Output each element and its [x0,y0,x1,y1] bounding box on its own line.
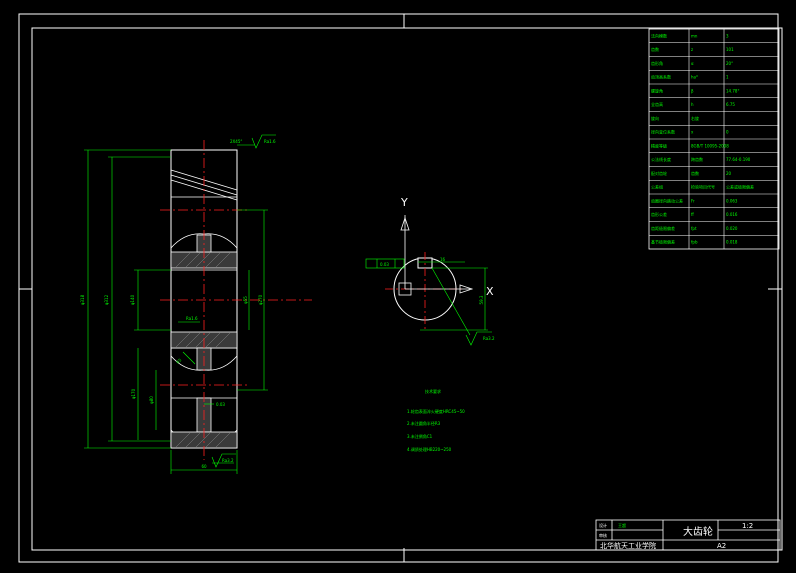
param-table-cell: 全齿高 [651,101,663,107]
param-table-cell: 旋向 [651,115,659,121]
keyway-rough: Ra3.2 [483,336,495,341]
param-table-cell: h [691,102,694,107]
title-school: 北华航天工业学院 [600,541,656,550]
dim-bore-dia: φ55 [243,296,248,304]
param-table-cell: 螺旋角 [651,87,663,93]
axis-x-label: X [486,285,494,298]
dim-hub-dia: φ140 [130,294,135,305]
param-table-cell: 0 [726,130,729,135]
keyway-width: 16 [440,257,446,262]
dim-web-dia: φ170 [131,388,136,399]
drawing-canvas: φ318 φ312 φ140 φ270 φ55 φ170 φ80 60 2X45… [18,13,783,563]
keyway-tol-box: 0.03 [380,262,389,267]
param-table-cell: fpt [691,226,697,231]
section-dimensions [84,144,268,474]
keyway-dimensions [365,258,492,346]
param-table-cell: α [691,61,694,66]
param-table-cell: x [691,130,694,135]
dim-chamfer: 2X45° [230,139,242,144]
param-table-cell: 检验项目代号 [691,184,715,190]
dim-width: 60 [201,464,207,469]
param-table-cell: 齿数 [691,170,699,176]
param-table-cell: mn [691,33,698,38]
dim-rough-bottom: Ra3.2 [222,458,234,463]
param-table-cell: 20 [726,171,732,176]
param-table-cell: 齿形角 [651,60,663,66]
param-table-cell: ha* [691,75,698,80]
section-view [160,140,312,460]
param-table-cell: 77.64-0.190 [726,157,751,162]
param-table-cell: 基节极限偏差 [651,239,675,245]
param-table-cell: 0.018 [726,240,738,245]
dim-keyway-tol: 0.03 [216,402,225,407]
param-table-cell: 公差或极限偏差 [726,184,754,190]
note-item: 4.调质处理HB220~250 [407,446,452,452]
param-table-cell: 0.016 [726,212,738,217]
param-table-cell: 精度等级 [651,142,667,148]
dim-outer-dia: φ318 [80,294,85,305]
keyway-view [385,215,474,332]
title-part-name: 大齿轮 [683,525,713,538]
param-table-cell: 101 [726,47,734,52]
param-table-cell: 0.063 [726,198,738,203]
notes-heading: 技术要求 [425,388,441,394]
param-table-cell: fpb [691,240,698,245]
title-designer-label: 设计 [599,522,607,528]
param-table-cell: z [691,47,693,52]
param-table-cell: 14.78° [726,88,739,93]
dim-rim-dia: φ270 [258,294,263,305]
keyway-depth: 59.3 [479,295,484,304]
param-table-cell: 跨齿数 [691,156,703,162]
param-table-cell: 3 [726,33,729,38]
title-checker-label: 审核 [599,532,607,538]
param-table-cell: ff [691,212,694,217]
param-table-cell: 6.75 [726,102,735,107]
title-sheet: A2 [717,542,726,550]
dim-rough-top: Ra1.6 [264,139,276,144]
param-table-cell: 径向变位系数 [651,129,675,135]
note-item: 1.轮齿表面淬火硬度HRC45~50 [407,408,465,414]
note-item: 2.未注圆角半径R3 [407,420,441,426]
param-table-cell: 齿形公差 [651,211,667,217]
dim-pitch-dia: φ312 [104,294,109,305]
param-table-cell: 齿距极限偏差 [651,225,675,231]
param-table-cell: 8GB/T 10095-2008 [691,143,729,148]
note-item: 3.未注倒角C1 [407,433,433,439]
param-table-cell: 20° [726,61,733,66]
param-table-cell: 0.020 [726,226,738,231]
param-table-cell: Fr [691,198,695,203]
param-table-cell: 齿圈径向跳动公差 [651,197,683,203]
title-designer-name: 王超 [618,522,626,528]
param-table-cell: 1 [726,75,729,80]
param-table-cell: 右旋 [691,115,699,121]
axis-y-label: Y [400,196,408,209]
param-table-cell: 公差组 [651,184,663,190]
param-table-cell: 齿数 [651,46,659,52]
title-scale: 1:2 [742,522,753,530]
param-table: 法向模数 mn 3 齿数 z 101 齿形角 α 20° 齿顶高系数 ha* 1 螺旋角 β 14.78° 全… [648,28,780,250]
dim-fillet: R5 [175,357,183,365]
dim-web-inner: φ80 [149,396,154,404]
param-table-cell: β [691,88,694,93]
param-table-cell: 齿顶高系数 [651,74,671,80]
param-table-cell: 配对齿轮 [651,170,667,176]
param-table-cell: 法向模数 [651,32,667,38]
outer-border [18,13,779,563]
dim-rough-hub: Ra1.6 [186,316,198,321]
param-table-cell: 公法线长度 [651,156,671,162]
